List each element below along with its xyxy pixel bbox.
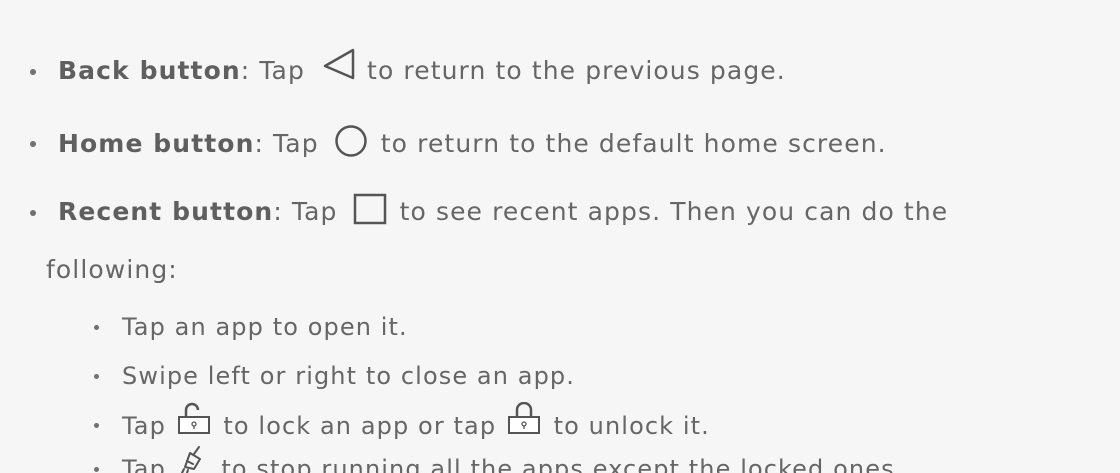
term-recent-button: Recent button — [58, 197, 274, 226]
unlocked-padlock-icon — [177, 402, 211, 436]
list-item-recent-continuation: following: — [46, 255, 178, 284]
bullet — [30, 69, 36, 75]
recent-square-icon — [353, 193, 387, 225]
bullet — [30, 141, 36, 147]
bullet — [94, 467, 99, 472]
term-home-button: Home button — [58, 129, 255, 158]
bullet — [94, 374, 99, 379]
term-back-button: Back button — [58, 56, 241, 85]
list-item-recent: Recent button: Tap to see recent apps. T… — [30, 193, 948, 229]
back-triangle-icon — [322, 48, 356, 80]
list-item-home: Home button: Tap to return to the defaul… — [30, 125, 887, 162]
broom-clear-icon — [179, 445, 209, 473]
bullet — [94, 325, 99, 330]
list-item-back: Back button: Tap to return to the previo… — [30, 48, 786, 88]
sub-list-item: Tap to stop running all the apps except … — [94, 446, 903, 473]
locked-padlock-icon — [507, 402, 541, 436]
bullet — [94, 423, 99, 428]
sub-list-item: Tap an app to open it. — [94, 312, 408, 342]
sub-list-item: Tap to lock an app or tap to unlock it. — [94, 402, 710, 444]
bullet — [30, 210, 36, 216]
home-circle-icon — [334, 124, 368, 158]
sub-list-item: Swipe left or right to close an app. — [94, 361, 575, 391]
help-page: Back button: Tap to return to the previo… — [0, 0, 1120, 473]
